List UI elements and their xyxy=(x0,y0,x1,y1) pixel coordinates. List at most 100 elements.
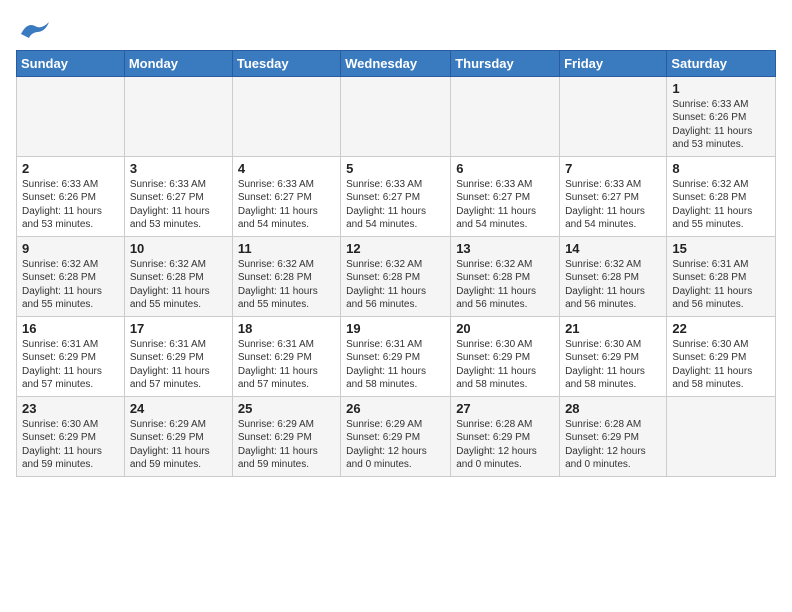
day-number: 25 xyxy=(238,401,335,416)
calendar-cell xyxy=(232,76,340,156)
day-number: 13 xyxy=(456,241,554,256)
day-number: 26 xyxy=(346,401,445,416)
day-info: Sunrise: 6:32 AMSunset: 6:28 PMDaylight:… xyxy=(130,258,227,312)
day-of-week-wednesday: Wednesday xyxy=(341,50,451,76)
calendar-cell: 2 Sunrise: 6:33 AMSunset: 6:26 PMDaylight… xyxy=(17,156,125,236)
calendar-cell: 8 Sunrise: 6:32 AMSunset: 6:28 PMDaylight… xyxy=(667,156,776,236)
day-number: 2 xyxy=(22,161,119,176)
calendar-cell xyxy=(560,76,667,156)
day-number: 21 xyxy=(565,321,661,336)
calendar-cell xyxy=(341,76,451,156)
calendar-cell xyxy=(17,76,125,156)
day-info: Sunrise: 6:30 AMSunset: 6:29 PMDaylight:… xyxy=(22,418,119,472)
calendar-body: 1 Sunrise: 6:33 AMSunset: 6:26 PMDaylight… xyxy=(17,76,776,476)
day-number: 16 xyxy=(22,321,119,336)
day-number: 4 xyxy=(238,161,335,176)
calendar-cell: 24Sunrise: 6:29 AMSunset: 6:29 PMDayligh… xyxy=(124,396,232,476)
day-number: 28 xyxy=(565,401,661,416)
calendar-cell: 10 Sunrise: 6:32 AMSunset: 6:28 PMDayligh… xyxy=(124,236,232,316)
calendar-container: SundayMondayTuesdayWednesdayThursdayFrid… xyxy=(0,0,792,485)
day-number: 27 xyxy=(456,401,554,416)
calendar-week-1: 1 Sunrise: 6:33 AMSunset: 6:26 PMDaylight… xyxy=(17,76,776,156)
day-number: 24 xyxy=(130,401,227,416)
day-of-week-tuesday: Tuesday xyxy=(232,50,340,76)
day-info: Sunrise: 6:33 AMSunset: 6:27 PMDaylight:… xyxy=(456,178,554,232)
day-info: Sunrise: 6:33 AMSunset: 6:26 PMDaylight:… xyxy=(22,178,119,232)
day-of-week-thursday: Thursday xyxy=(451,50,560,76)
day-info: Sunrise: 6:30 AMSunset: 6:29 PMDaylight:… xyxy=(456,338,554,392)
day-info: Sunrise: 6:33 AMSunset: 6:26 PMDaylight:… xyxy=(672,98,770,152)
day-number: 22 xyxy=(672,321,770,336)
day-info: Sunrise: 6:33 AMSunset: 6:27 PMDaylight:… xyxy=(130,178,227,232)
day-number: 8 xyxy=(672,161,770,176)
calendar-week-4: 16 Sunrise: 6:31 AMSunset: 6:29 PMDayligh… xyxy=(17,316,776,396)
day-number: 10 xyxy=(130,241,227,256)
day-info: Sunrise: 6:32 AMSunset: 6:28 PMDaylight:… xyxy=(346,258,445,312)
day-number: 9 xyxy=(22,241,119,256)
calendar-cell: 18Sunrise: 6:31 AMSunset: 6:29 PMDayligh… xyxy=(232,316,340,396)
day-of-week-saturday: Saturday xyxy=(667,50,776,76)
day-number: 6 xyxy=(456,161,554,176)
calendar-cell: 26Sunrise: 6:29 AMSunset: 6:29 PMDayligh… xyxy=(341,396,451,476)
calendar-cell: 1 Sunrise: 6:33 AMSunset: 6:26 PMDaylight… xyxy=(667,76,776,156)
day-info: Sunrise: 6:28 AMSunset: 6:29 PMDaylight:… xyxy=(565,418,661,472)
day-info: Sunrise: 6:30 AMSunset: 6:29 PMDaylight:… xyxy=(565,338,661,392)
calendar-cell: 22Sunrise: 6:30 AMSunset: 6:29 PMDayligh… xyxy=(667,316,776,396)
calendar-cell: 5 Sunrise: 6:33 AMSunset: 6:27 PMDaylight… xyxy=(341,156,451,236)
day-info: Sunrise: 6:33 AMSunset: 6:27 PMDaylight:… xyxy=(565,178,661,232)
day-number: 17 xyxy=(130,321,227,336)
logo-bird-icon xyxy=(19,20,51,42)
calendar-cell: 12 Sunrise: 6:32 AMSunset: 6:28 PMDayligh… xyxy=(341,236,451,316)
day-of-week-friday: Friday xyxy=(560,50,667,76)
calendar-cell: 28 Sunrise: 6:28 AMSunset: 6:29 PMDayligh… xyxy=(560,396,667,476)
day-number: 5 xyxy=(346,161,445,176)
calendar-table: SundayMondayTuesdayWednesdayThursdayFrid… xyxy=(16,50,776,477)
calendar-cell: 4 Sunrise: 6:33 AMSunset: 6:27 PMDaylight… xyxy=(232,156,340,236)
calendar-cell: 11 Sunrise: 6:32 AMSunset: 6:28 PMDayligh… xyxy=(232,236,340,316)
day-number: 20 xyxy=(456,321,554,336)
calendar-cell: 23Sunrise: 6:30 AMSunset: 6:29 PMDayligh… xyxy=(17,396,125,476)
day-info: Sunrise: 6:32 AMSunset: 6:28 PMDaylight:… xyxy=(672,178,770,232)
day-info: Sunrise: 6:28 AMSunset: 6:29 PMDaylight:… xyxy=(456,418,554,472)
day-number: 7 xyxy=(565,161,661,176)
day-info: Sunrise: 6:31 AMSunset: 6:29 PMDaylight:… xyxy=(238,338,335,392)
calendar-cell: 15Sunrise: 6:31 AMSunset: 6:28 PMDayligh… xyxy=(667,236,776,316)
calendar-cell: 14 Sunrise: 6:32 AMSunset: 6:28 PMDayligh… xyxy=(560,236,667,316)
day-number: 3 xyxy=(130,161,227,176)
day-info: Sunrise: 6:31 AMSunset: 6:29 PMDaylight:… xyxy=(130,338,227,392)
calendar-cell xyxy=(124,76,232,156)
calendar-week-2: 2 Sunrise: 6:33 AMSunset: 6:26 PMDaylight… xyxy=(17,156,776,236)
calendar-week-3: 9 Sunrise: 6:32 AMSunset: 6:28 PMDaylight… xyxy=(17,236,776,316)
day-of-week-sunday: Sunday xyxy=(17,50,125,76)
calendar-cell: 21 Sunrise: 6:30 AMSunset: 6:29 PMDayligh… xyxy=(560,316,667,396)
day-number: 19 xyxy=(346,321,445,336)
day-info: Sunrise: 6:33 AMSunset: 6:27 PMDaylight:… xyxy=(238,178,335,232)
header xyxy=(16,16,776,42)
calendar-cell: 17 Sunrise: 6:31 AMSunset: 6:29 PMDayligh… xyxy=(124,316,232,396)
day-number: 14 xyxy=(565,241,661,256)
calendar-cell: 7 Sunrise: 6:33 AMSunset: 6:27 PMDaylight… xyxy=(560,156,667,236)
day-info: Sunrise: 6:31 AMSunset: 6:28 PMDaylight:… xyxy=(672,258,770,312)
day-info: Sunrise: 6:31 AMSunset: 6:29 PMDaylight:… xyxy=(22,338,119,392)
calendar-cell xyxy=(451,76,560,156)
header-row: SundayMondayTuesdayWednesdayThursdayFrid… xyxy=(17,50,776,76)
day-number: 11 xyxy=(238,241,335,256)
day-info: Sunrise: 6:32 AMSunset: 6:28 PMDaylight:… xyxy=(565,258,661,312)
day-number: 1 xyxy=(672,81,770,96)
day-of-week-monday: Monday xyxy=(124,50,232,76)
day-info: Sunrise: 6:29 AMSunset: 6:29 PMDaylight:… xyxy=(238,418,335,472)
day-info: Sunrise: 6:31 AMSunset: 6:29 PMDaylight:… xyxy=(346,338,445,392)
logo xyxy=(16,16,51,42)
day-info: Sunrise: 6:32 AMSunset: 6:28 PMDaylight:… xyxy=(22,258,119,312)
calendar-cell: 19 Sunrise: 6:31 AMSunset: 6:29 PMDayligh… xyxy=(341,316,451,396)
calendar-cell: 27 Sunrise: 6:28 AMSunset: 6:29 PMDayligh… xyxy=(451,396,560,476)
calendar-cell: 20 Sunrise: 6:30 AMSunset: 6:29 PMDayligh… xyxy=(451,316,560,396)
calendar-cell: 3 Sunrise: 6:33 AMSunset: 6:27 PMDaylight… xyxy=(124,156,232,236)
day-info: Sunrise: 6:32 AMSunset: 6:28 PMDaylight:… xyxy=(238,258,335,312)
calendar-week-5: 23Sunrise: 6:30 AMSunset: 6:29 PMDayligh… xyxy=(17,396,776,476)
calendar-cell: 9 Sunrise: 6:32 AMSunset: 6:28 PMDaylight… xyxy=(17,236,125,316)
calendar-header: SundayMondayTuesdayWednesdayThursdayFrid… xyxy=(17,50,776,76)
day-info: Sunrise: 6:33 AMSunset: 6:27 PMDaylight:… xyxy=(346,178,445,232)
day-number: 12 xyxy=(346,241,445,256)
day-info: Sunrise: 6:32 AMSunset: 6:28 PMDaylight:… xyxy=(456,258,554,312)
